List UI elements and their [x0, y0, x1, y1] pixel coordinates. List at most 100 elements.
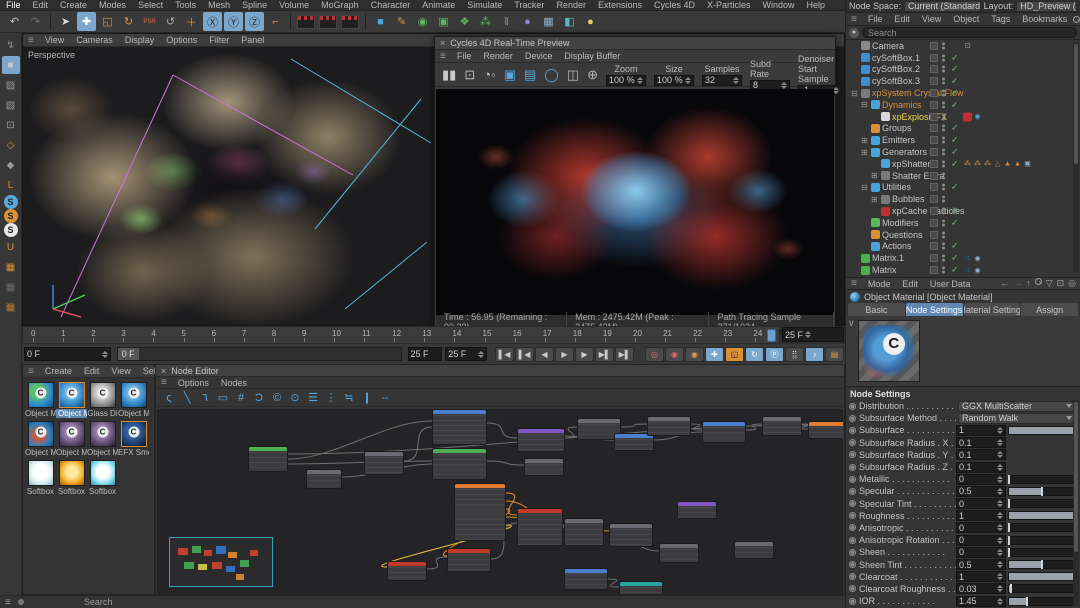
edit-toggle[interactable]	[930, 65, 938, 73]
power-slider[interactable]: 0 F	[117, 347, 402, 361]
spinner-icon[interactable]	[997, 585, 1003, 592]
param-knob-icon[interactable]	[849, 464, 856, 471]
tab-basic[interactable]: Basic	[848, 303, 905, 316]
visibility-dots[interactable]	[942, 255, 945, 262]
param-knob-icon[interactable]	[849, 549, 856, 556]
param-input[interactable]: 0.1	[956, 462, 1006, 473]
menu-item-file[interactable]: File	[862, 14, 889, 24]
grid-snap-icon[interactable]: #	[233, 390, 249, 406]
visibility-dots[interactable]	[942, 66, 945, 73]
param-slider[interactable]	[1008, 475, 1076, 484]
wire-curve-icon[interactable]: ς	[161, 390, 177, 406]
node-editor-minimap[interactable]	[169, 537, 273, 587]
edit-toggle[interactable]	[930, 89, 938, 97]
collapse-caret-icon[interactable]: ∨	[848, 318, 855, 329]
menu-item-filter[interactable]: Filter	[203, 35, 235, 45]
spinner-icon[interactable]	[997, 524, 1003, 531]
edit-toggle[interactable]	[930, 113, 938, 121]
param-slider[interactable]	[1008, 584, 1076, 593]
object-tag-icon[interactable]: ▲	[1013, 159, 1022, 168]
menu-item-view[interactable]: View	[916, 14, 947, 24]
pen-spline-icon[interactable]: ✎	[392, 12, 411, 31]
panel-menu-icon[interactable]: ≡	[846, 14, 862, 25]
graph-node[interactable]	[524, 458, 564, 476]
key-pla-button[interactable]: ⣿	[785, 347, 804, 362]
spinner-icon[interactable]	[997, 439, 1003, 446]
material-item[interactable]: CEFX Smo	[118, 421, 149, 457]
graph-node[interactable]	[702, 421, 746, 443]
visibility-dots[interactable]	[942, 184, 945, 191]
spinner-icon[interactable]	[997, 549, 1003, 556]
object-tag-icon[interactable]: ▣	[1023, 159, 1032, 168]
param-slider[interactable]	[1008, 560, 1076, 569]
menu-item-device[interactable]: Device	[519, 51, 559, 61]
render-settings-icon[interactable]	[341, 15, 359, 29]
visibility-dots[interactable]	[942, 219, 945, 226]
key-position-button[interactable]: ✚	[705, 347, 724, 362]
object-tag-icon[interactable]: ⊡	[963, 41, 972, 50]
spinner-icon[interactable]	[997, 573, 1003, 580]
material-item[interactable]: CObject M	[118, 382, 149, 418]
frame-icon[interactable]: ⊡	[1057, 278, 1065, 289]
edit-toggle[interactable]	[930, 266, 938, 274]
expand-icon[interactable]: ⊟	[850, 89, 859, 98]
material-thumbnail[interactable]	[90, 460, 116, 486]
panel-menu-icon[interactable]: ≡	[435, 51, 451, 62]
enabled-check-icon[interactable]: ✓	[951, 147, 959, 158]
filter-icon[interactable]: ▽	[1046, 278, 1053, 289]
mesh-grid-icon[interactable]: ▦	[2, 258, 20, 276]
tab-material-settings[interactable]: Material Settings	[964, 303, 1021, 316]
param-slider[interactable]	[1008, 426, 1076, 435]
spheres-icon[interactable]: ◔◦	[483, 67, 495, 82]
render-canvas[interactable]	[436, 89, 834, 316]
tab-assign[interactable]: Assign	[1021, 303, 1078, 316]
material-item[interactable]: CGlass Di	[87, 382, 118, 418]
goto-start-button[interactable]: ▌◀	[495, 347, 514, 362]
menu-item-simulate[interactable]: Simulate	[461, 0, 508, 10]
object-tree-row[interactable]: ⊟xpSystem Crystal Flow✓	[846, 87, 1080, 99]
arc-icon[interactable]: Ɔ	[251, 390, 267, 406]
material-thumbnail[interactable]: C	[121, 382, 147, 408]
graph-node[interactable]	[677, 501, 717, 519]
edit-toggle[interactable]	[930, 183, 938, 191]
param-dropdown[interactable]: GGX MultiScatter	[958, 401, 1076, 412]
render-picture-viewer-icon[interactable]	[319, 15, 337, 29]
param-slider[interactable]	[1008, 572, 1076, 581]
light-icon[interactable]: ●	[581, 12, 600, 31]
edit-toggle[interactable]	[930, 160, 938, 168]
material-item[interactable]: Softbox	[25, 460, 56, 496]
menu-item-cameras[interactable]: Cameras	[70, 35, 119, 45]
autokey-button[interactable]: ◉	[685, 347, 704, 362]
render-view-icon[interactable]	[297, 15, 315, 29]
camera-lock-icon[interactable]: ◫	[567, 67, 579, 83]
model-mode-icon[interactable]: ■	[2, 56, 20, 74]
polygons-mode-icon[interactable]: ◆	[2, 156, 20, 174]
timeline-ruler[interactable]: 0123456789101112131415161718192021222324	[22, 326, 780, 344]
menu-item-tags[interactable]: Tags	[985, 14, 1016, 24]
power-slider-frame[interactable]: 0 F	[118, 348, 139, 360]
slider-knob[interactable]	[1041, 487, 1043, 496]
layout-dropdown[interactable]: HD_Preview (User)	[1016, 1, 1077, 12]
menu-item-mesh[interactable]: Mesh	[202, 0, 236, 10]
wire-step-icon[interactable]: ٦	[197, 390, 213, 406]
sound-button[interactable]: ♪	[805, 347, 824, 362]
search-icon[interactable]	[1073, 16, 1080, 23]
visibility-dots[interactable]	[942, 54, 945, 61]
object-tree-row[interactable]: ⊞Shatter Extra	[846, 170, 1080, 182]
axis-icon[interactable]: ＋	[182, 12, 201, 31]
graph-node[interactable]	[432, 448, 487, 480]
record-active-button[interactable]: ◉	[665, 347, 684, 362]
param-input[interactable]: 0.1	[956, 437, 1006, 448]
graph-node[interactable]	[808, 421, 843, 439]
param-input[interactable]: 1	[956, 571, 1006, 582]
param-input[interactable]: 0.5	[956, 559, 1006, 570]
spinner-icon[interactable]	[733, 77, 739, 84]
param-input[interactable]: 1	[956, 510, 1006, 521]
simulate-badge-orange-icon[interactable]: S	[4, 209, 18, 223]
goto-end-button[interactable]: ▶▌	[615, 347, 634, 362]
enabled-check-icon[interactable]: ✓	[951, 135, 959, 146]
slider-knob[interactable]	[1010, 584, 1012, 593]
object-tree-row[interactable]: Groups✓	[846, 123, 1080, 135]
menu-item-object[interactable]: Object	[947, 14, 985, 24]
edit-toggle[interactable]	[930, 172, 938, 180]
